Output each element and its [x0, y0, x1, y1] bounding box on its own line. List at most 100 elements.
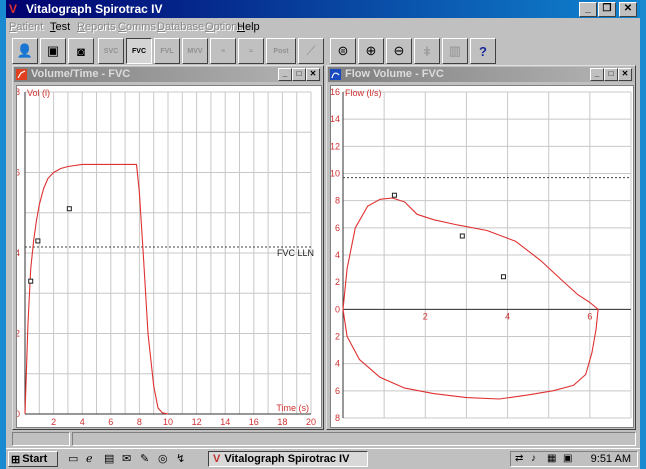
mail-icon[interactable]: ✉ [122, 452, 131, 465]
data-marker [459, 233, 465, 239]
bars-button[interactable]: ▥ [442, 38, 468, 64]
help-icon: ? [479, 43, 487, 59]
fvc-button[interactable]: FVC [126, 38, 152, 64]
network-icon[interactable]: ⇄ [515, 453, 523, 464]
volume-icon[interactable]: ♪ [531, 453, 536, 464]
flow-volume-window[interactable]: Flow Volume - FVC _ □ ✕ 2 4 6 16 14 12 10 8 6 4 2 0… [326, 65, 636, 430]
title-bar[interactable]: V Vitalograph Spirotrac IV _ ❐ ✕ [6, 0, 640, 18]
svc-button[interactable]: SVC [98, 38, 124, 64]
trend-button[interactable]: ≡ [210, 38, 236, 64]
disc-icon[interactable]: ◎ [158, 452, 168, 465]
menu-reports[interactable]: Reports [77, 21, 116, 33]
flow-volume-controls: _ □ ✕ [590, 68, 632, 81]
x-tick-label: 6 [587, 311, 592, 321]
tray-display-icon[interactable]: ▣ [563, 453, 572, 464]
post-button[interactable]: Post [266, 38, 296, 64]
app-window: V Vitalograph Spirotrac IV _ ❐ ✕ Patient… [6, 0, 640, 468]
wand-icon: ⟋ [306, 43, 316, 58]
menu-test[interactable]: Test [50, 21, 70, 33]
minimize-button[interactable]: _ [579, 2, 597, 17]
menu-comms[interactable]: Comms [118, 21, 156, 33]
taskbar-app-button[interactable]: V Vitalograph Spirotrac IV [208, 451, 368, 467]
zoom-in-button[interactable]: ⊕ [358, 38, 384, 64]
menu-database[interactable]: Database [157, 21, 204, 33]
volume-time-minimize-button[interactable]: _ [278, 68, 292, 81]
pen-icon[interactable]: ✎ [140, 452, 149, 465]
fvc-loop-icon: FVL [160, 47, 174, 55]
y-tick-label: 6 [335, 223, 340, 233]
desktop-icon[interactable]: ▭ [68, 452, 78, 465]
flow-volume-titlebar[interactable]: Flow Volume - FVC _ □ ✕ [328, 67, 634, 82]
x-tick-label: 18 [277, 417, 287, 427]
x-tick-label: 6 [108, 417, 113, 427]
y-axis-label: Flow (l/s) [345, 88, 382, 98]
pre-button[interactable]: ≈ [238, 38, 264, 64]
person-icon: 👤 [16, 43, 34, 58]
taskbar-app-label: Vitalograph Spirotrac IV [224, 453, 350, 465]
system-tray: ⇄ ♪ ▦ ▣ 9:51 AM [510, 451, 638, 467]
zoom-out-button[interactable]: ⊖ [386, 38, 412, 64]
patient-list-button[interactable]: ▣ [40, 38, 66, 64]
flow-volume-close-button[interactable]: ✕ [618, 68, 632, 81]
camera-button[interactable]: ◙ [68, 38, 94, 64]
volume-time-plot[interactable]: 2 4 6 8 10 12 14 16 18 20 0 2 4 6 8 Vol (l) Time (s) FVC … [16, 85, 322, 428]
help-button[interactable]: ? [470, 38, 496, 64]
y-tick-label: 6 [335, 386, 340, 396]
y-tick-label: 2 [335, 277, 340, 287]
x-tick-label: 2 [51, 417, 56, 427]
y-tick-label: 8 [17, 87, 20, 97]
volume-time-maximize-button[interactable]: □ [292, 68, 306, 81]
x-tick-label: 14 [220, 417, 230, 427]
window-controls: _ ❐ ✕ [579, 2, 637, 17]
flow-volume-minimize-button[interactable]: _ [590, 68, 604, 81]
y-tick-label: 4 [335, 250, 340, 260]
y-tick-label: 10 [331, 169, 340, 179]
close-button[interactable]: ✕ [619, 2, 637, 17]
x-tick-label: 4 [80, 417, 85, 427]
y-tick-label: 12 [331, 141, 340, 151]
fvc-loop-button[interactable]: FVL [154, 38, 180, 64]
status-cell [12, 432, 70, 446]
status-bar [12, 432, 636, 446]
volume-time-chart: 2 4 6 8 10 12 14 16 18 20 0 2 4 6 8 Vol (l) Time (s) FVC … [17, 87, 316, 427]
start-button[interactable]: ⊞ Start [8, 451, 58, 467]
start-label: Start [22, 453, 48, 465]
zoom-fit-button[interactable]: ⊜ [330, 38, 356, 64]
y-tick-label: 0 [17, 409, 20, 419]
y-tick-label: 8 [335, 413, 340, 423]
x-tick-label: 4 [505, 311, 510, 321]
zoom-out-icon: ⊖ [393, 43, 405, 58]
y-axis-label: Vol (l) [27, 88, 50, 98]
y-tick-label: 16 [331, 87, 340, 97]
camera-icon: ◙ [77, 43, 85, 59]
tray-app-icon[interactable]: ▦ [547, 453, 556, 464]
menu-help[interactable]: Help [237, 21, 260, 33]
x-axis-label: Time (s) [276, 403, 309, 413]
zoom-in-icon: ⊕ [365, 43, 377, 58]
shortcut-icon[interactable]: ↯ [176, 452, 185, 465]
flow-volume-maximize-button[interactable]: □ [604, 68, 618, 81]
flow-volume-plot[interactable]: 2 4 6 16 14 12 10 8 6 4 2 0 2 4 6 8 Flow (l/s) [330, 85, 634, 428]
mvv-button[interactable]: MVV [182, 38, 208, 64]
data-marker [28, 278, 34, 284]
incentive-button[interactable]: ǂ [414, 38, 440, 64]
fvc-lln-label: FVC LLN [277, 248, 314, 258]
y-tick-label: 0 [335, 304, 340, 314]
explorer-icon[interactable]: ▤ [104, 452, 114, 465]
restore-button[interactable]: ❐ [598, 2, 616, 17]
x-tick-label: 8 [137, 417, 142, 427]
trend-icon: ≡ [220, 47, 226, 55]
volume-time-window[interactable]: Volume/Time - FVC _ □ ✕ 2 4 6 8 10 12 14 16 18 20… [12, 65, 324, 430]
volume-time-close-button[interactable]: ✕ [306, 68, 320, 81]
y-tick-label: 14 [331, 114, 340, 124]
patient-button[interactable]: 👤 [12, 38, 38, 64]
volume-time-titlebar[interactable]: Volume/Time - FVC _ □ ✕ [14, 67, 322, 82]
browser-icon[interactable]: ℯ [86, 452, 93, 465]
data-marker [391, 192, 397, 198]
y-tick-label: 2 [335, 332, 340, 342]
mdi-area: Volume/Time - FVC _ □ ✕ 2 4 6 8 10 12 14 16 18 20… [12, 65, 636, 430]
graph-window-icon [16, 69, 27, 80]
menu-patient[interactable]: Patient [9, 21, 43, 33]
tool-button[interactable]: ⟋ [298, 38, 324, 64]
clock[interactable]: 9:51 AM [591, 453, 631, 465]
